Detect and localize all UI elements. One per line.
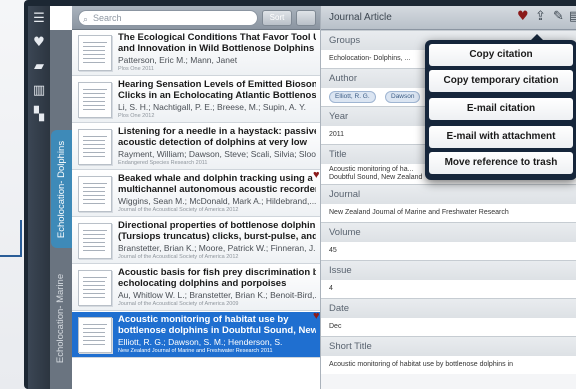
- list-header: ⌕ Search Sort: [72, 6, 320, 30]
- short-title-value[interactable]: Acoustic monitoring of habitat use by bo…: [321, 356, 576, 374]
- document-thumbnail: [78, 270, 112, 306]
- volume-value[interactable]: 45: [321, 242, 576, 260]
- heart-icon[interactable]: ♥: [517, 10, 529, 24]
- reference-list: ⌕ Search Sort The Ecological Conditions …: [72, 6, 320, 389]
- list-item[interactable]: Acoustic monitoring of habitat use by bot…: [72, 310, 320, 358]
- favorite-heart-icon[interactable]: ♥: [313, 310, 320, 322]
- date-value[interactable]: Dec: [321, 318, 576, 336]
- item-source: Journal of the Acoustical Society of Ame…: [118, 301, 239, 307]
- list-item[interactable]: Listening for a needle in a haystack: pa…: [72, 124, 320, 170]
- date-label: Date: [321, 298, 576, 318]
- document-thumbnail: [78, 129, 112, 165]
- item-authors: Elliott, R. G.; Dawson, S. M.; Henderson…: [118, 337, 283, 347]
- journal-label: Journal: [321, 184, 576, 204]
- item-authors: Branstetter, Brian K.; Moore, Patrick W.…: [118, 243, 316, 253]
- volume-label: Volume: [321, 222, 576, 242]
- list-item[interactable]: Acoustic basis for fish prey discriminat…: [72, 265, 320, 311]
- tab-label: Echolocation- Dolphins: [56, 140, 68, 238]
- item-title: The Ecological Conditions That Favor Too…: [118, 33, 316, 54]
- item-source: Plos One 2011: [118, 66, 154, 72]
- trash-icon[interactable]: ▥: [31, 84, 47, 98]
- folder-open-icon[interactable]: ▚: [31, 108, 47, 122]
- left-toolbar: ☰ ♥ ▰ ▥ ▚: [28, 6, 50, 389]
- document-thumbnail: [78, 35, 112, 71]
- item-source: Plos One 2012: [118, 113, 155, 119]
- copy-temporary-citation-item[interactable]: Copy temporary citation: [429, 70, 573, 92]
- sort-button[interactable]: Sort: [262, 10, 292, 26]
- issue-label: Issue: [321, 260, 576, 280]
- author-tag[interactable]: Elliott, R. G.: [329, 91, 376, 103]
- share-icon[interactable]: ⇪: [535, 10, 546, 24]
- item-source: Journal of the Acoustical Society of Ame…: [118, 254, 239, 260]
- edit-button[interactable]: [296, 10, 316, 26]
- item-title: Directional properties of bottlenose dol…: [118, 221, 316, 242]
- callout-line: [20, 220, 22, 257]
- item-source: New Zealand Journal of Marine and Freshw…: [118, 348, 273, 354]
- menu-icon[interactable]: ☰: [31, 12, 47, 26]
- email-citation-item[interactable]: E-mail citation: [429, 98, 573, 120]
- folder-icon[interactable]: ▰: [31, 60, 47, 74]
- tab-echolocation-dolphins[interactable]: Echolocation- Dolphins: [51, 130, 73, 248]
- search-icon: ⌕: [83, 14, 89, 24]
- tab-label: Echolocation- Marine: [55, 273, 67, 363]
- item-authors: Rayment, William; Dawson, Steve; Scali, …: [118, 149, 316, 159]
- email-with-attachment-item[interactable]: E-mail with attachment: [429, 126, 573, 148]
- move-to-trash-item[interactable]: Move reference to trash: [429, 152, 573, 174]
- item-authors: Li, S. H.; Nachtigall, P. E.; Breese, M.…: [118, 102, 307, 112]
- more-icon[interactable]: ▤: [569, 10, 576, 24]
- issue-value[interactable]: 4: [321, 280, 576, 298]
- item-authors: Patterson, Eric M.; Mann, Janet: [118, 55, 238, 65]
- short-title-label: Short Title: [321, 336, 576, 356]
- item-authors: Wiggins, Sean M.; McDonald, Mark A.; Hil…: [118, 196, 316, 206]
- list-item[interactable]: The Ecological Conditions That Favor Too…: [72, 30, 320, 76]
- heart-icon[interactable]: ♥: [31, 36, 47, 50]
- item-title: Beaked whale and dolphin tracking using …: [118, 174, 316, 195]
- item-title: Listening for a needle in a haystack: pa…: [118, 127, 316, 148]
- copy-citation-item[interactable]: Copy citation: [429, 44, 573, 66]
- search-input[interactable]: ⌕ Search: [78, 10, 258, 26]
- detail-title: Journal Article: [329, 12, 392, 23]
- callout-line: [0, 255, 22, 257]
- list-item[interactable]: Beaked whale and dolphin tracking using …: [72, 169, 320, 217]
- item-title: Hearing Sensation Levels of Emitted Bios…: [118, 80, 316, 101]
- search-placeholder: Search: [93, 13, 122, 23]
- list-item[interactable]: Directional properties of bottlenose dol…: [72, 218, 320, 264]
- pencil-icon[interactable]: ✎: [553, 10, 564, 24]
- collection-tabs: Echolocation- Dolphins Echolocation- Mar…: [50, 30, 73, 389]
- tab-echolocation-marine[interactable]: Echolocation- Marine: [50, 258, 72, 378]
- journal-value[interactable]: New Zealand Journal of Marine and Freshw…: [321, 204, 576, 222]
- item-title: Acoustic basis for fish prey discriminat…: [118, 268, 316, 289]
- document-thumbnail: [78, 82, 112, 118]
- app-root: ☰ ♥ ▰ ▥ ▚ Echolocation- Dolphins Echoloc…: [0, 0, 576, 389]
- document-thumbnail: [78, 223, 112, 259]
- favorite-heart-icon[interactable]: ♥: [313, 169, 320, 181]
- list-item[interactable]: Hearing Sensation Levels of Emitted Bios…: [72, 77, 320, 123]
- item-source: Endangered Species Research 2011: [118, 160, 208, 166]
- document-thumbnail: [78, 176, 112, 212]
- document-thumbnail: [78, 317, 112, 353]
- item-title: Acoustic monitoring of habitat use by bot…: [118, 315, 316, 336]
- item-authors: Au, Whitlow W. L.; Branstetter, Brian K.…: [118, 290, 316, 300]
- item-source: Journal of the Acoustical Society of Ame…: [118, 207, 239, 213]
- detail-header: Journal Article ♥ ⇪ ✎ ▤: [321, 6, 576, 30]
- share-menu-popover: Copy citation Copy temporary citation E-…: [425, 40, 576, 180]
- author-tag[interactable]: Dawson: [385, 91, 421, 103]
